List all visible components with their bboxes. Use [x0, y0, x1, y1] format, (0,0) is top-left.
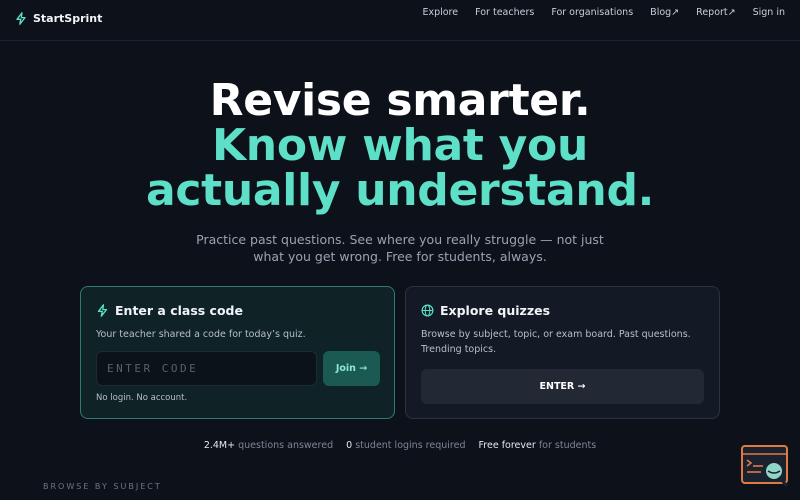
nav-blog[interactable]: Blog↗ [642, 7, 688, 18]
enter-button[interactable]: ENTER → [421, 369, 704, 404]
stat-questions: 2.4M+ questions answered [204, 440, 333, 451]
class-code-description: Your teacher shared a code for today’s q… [96, 329, 306, 340]
stats-row: 2.4M+ questions answered 0 student login… [0, 440, 800, 451]
top-navigation: StartSprint Explore For teachers For org… [0, 0, 800, 41]
hero-subtitle: Practice past questions. See where you r… [196, 232, 604, 264]
search-help-icon [741, 445, 788, 487]
globe-icon [421, 304, 434, 317]
explore-title-text: Explore quizzes [440, 303, 551, 318]
nav-explore[interactable]: Explore [414, 7, 467, 18]
nav-for-teachers[interactable]: For teachers [467, 7, 543, 18]
class-code-form: Join → [96, 351, 380, 386]
stat-free: Free forever for students [479, 440, 597, 451]
explore-description: Browse by subject, topic, or exam board.… [421, 329, 691, 355]
class-code-card: Enter a class code Your teacher shared a… [80, 286, 395, 419]
stat-value: 2.4M+ [203, 440, 236, 451]
explore-quizzes-card: Explore quizzes Browse by subject, topic… [405, 286, 720, 419]
nav-links: Explore For teachers For organisations B… [414, 7, 785, 18]
join-button[interactable]: Join → [323, 351, 380, 386]
brand-logo[interactable]: StartSprint [15, 12, 102, 25]
class-code-title-text: Enter a class code [115, 303, 243, 318]
stat-value: 0 [346, 440, 353, 451]
hero-headline-line1: Revise smarter. [209, 75, 591, 126]
bolt-icon [97, 304, 108, 317]
hero-headline-line3: actually understand. [145, 165, 655, 216]
class-code-card-title: Enter a class code [96, 303, 379, 318]
browse-by-subject-heading: BROWSE BY SUBJECT [43, 482, 162, 491]
bolt-icon [16, 12, 26, 25]
stat-value: Free forever [478, 440, 536, 451]
stat-label: student logins required [355, 440, 466, 451]
hero: Revise smarter. Know what you actually u… [0, 78, 800, 265]
stat-label: questions answered [238, 440, 334, 451]
brand-name: StartSprint [33, 12, 103, 25]
explore-card-title: Explore quizzes [421, 303, 704, 318]
helper-widget[interactable] [741, 445, 789, 487]
nav-for-organisations[interactable]: For organisations [543, 7, 642, 18]
stat-label: for students [538, 440, 597, 451]
hero-headline-line2: Know what you [212, 120, 588, 171]
class-code-input[interactable] [96, 351, 317, 386]
nav-report[interactable]: Report↗ [688, 7, 744, 18]
nav-sign-in[interactable]: Sign in [744, 7, 785, 18]
no-login-note: No login. No account. [96, 393, 188, 403]
stat-logins: 0 student logins required [346, 440, 465, 451]
